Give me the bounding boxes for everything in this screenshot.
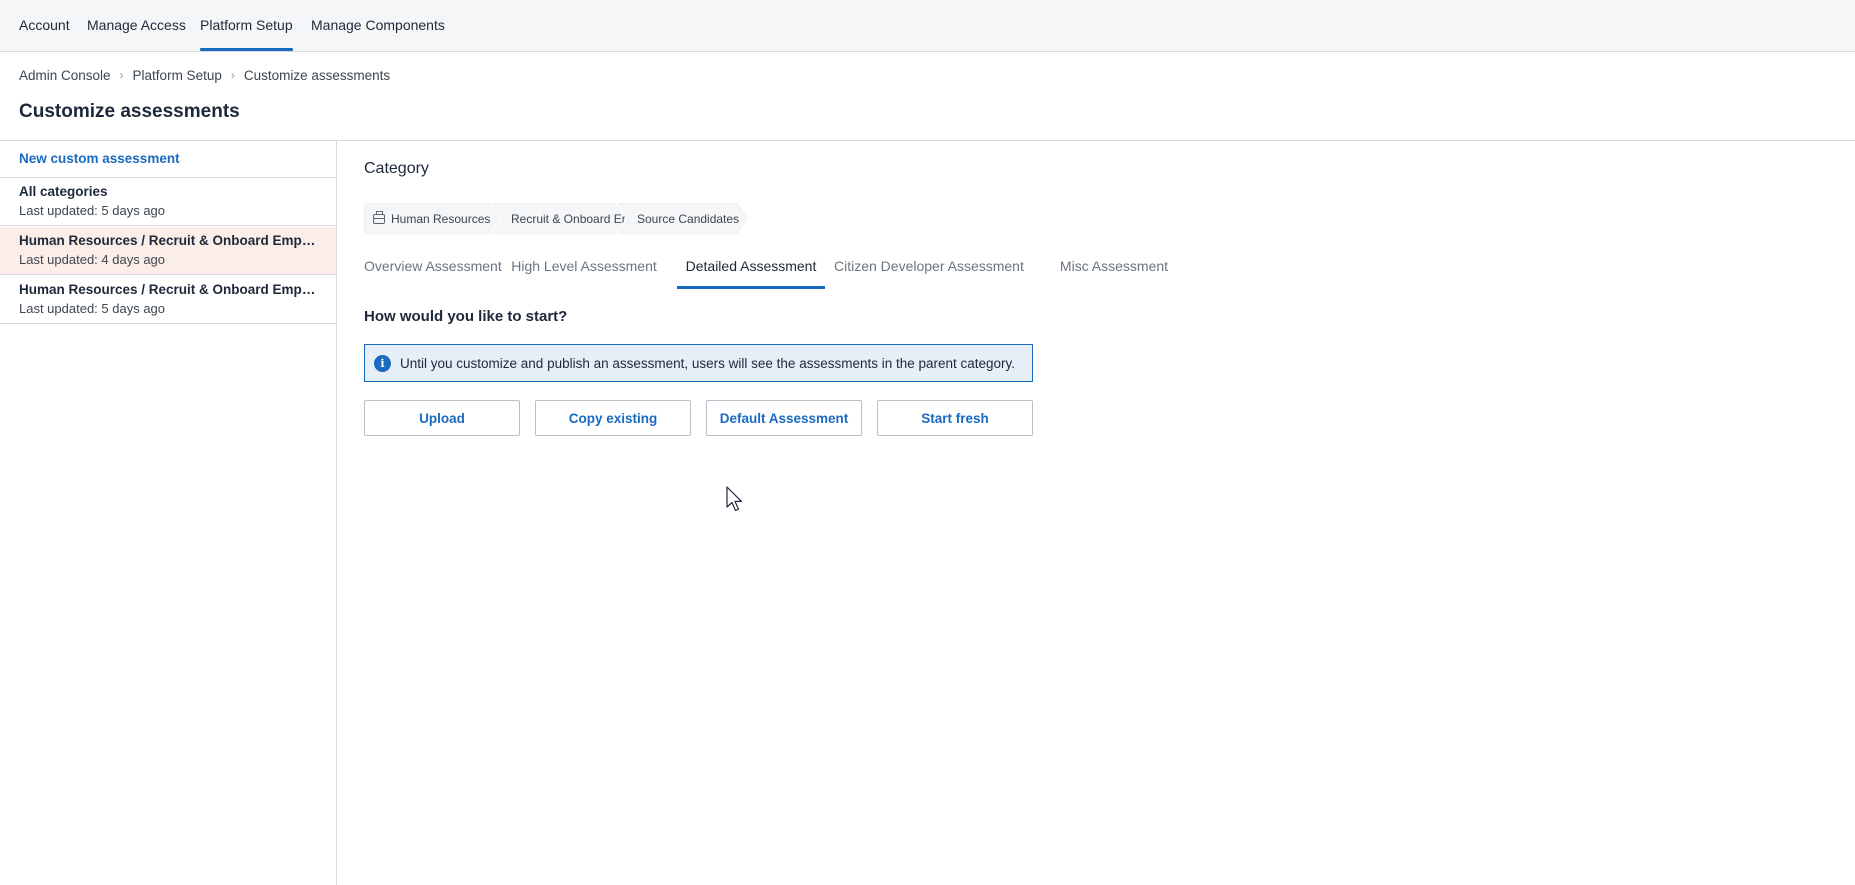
sidebar-item-all-categories[interactable]: All categories Last updated: 5 days ago <box>0 178 336 226</box>
nav-tab-manage-components[interactable]: Manage Components <box>311 0 445 52</box>
sidebar-item-recruit-onboard[interactable]: Human Resources / Recruit & Onboard Empl… <box>0 276 336 324</box>
chevron-right-icon: › <box>119 68 124 82</box>
assessment-tabs: Overview Assessment High Level Assessmen… <box>364 248 1855 289</box>
info-icon: i <box>374 354 391 372</box>
info-banner: i Until you customize and publish an ass… <box>364 344 1033 382</box>
category-path-label: Source Candidates <box>637 211 740 226</box>
category-path-label: Human Resources <box>391 211 491 226</box>
category-heading: Category <box>364 160 429 177</box>
tab-citizen-developer-assessment[interactable]: Citizen Developer Assessment <box>834 248 1024 289</box>
start-fresh-button[interactable]: Start fresh <box>877 400 1033 436</box>
nav-tab-platform-setup[interactable]: Platform Setup <box>200 0 293 52</box>
breadcrumb-admin-console[interactable]: Admin Console <box>19 68 111 83</box>
sidebar: New custom assessment All categories Las… <box>0 141 337 885</box>
sidebar-item-updated: Last updated: 5 days ago <box>19 301 166 316</box>
breadcrumb: Admin Console › Platform Setup › Customi… <box>19 66 390 84</box>
default-assessment-button[interactable]: Default Assessment <box>706 400 862 436</box>
upload-button[interactable]: Upload <box>364 400 520 436</box>
copy-existing-button[interactable]: Copy existing <box>535 400 691 436</box>
info-text: Until you customize and publish an asses… <box>400 355 1016 371</box>
start-question: How would you like to start? <box>364 308 568 325</box>
sidebar-item-updated: Last updated: 4 days ago <box>19 252 166 267</box>
sidebar-item-title: All categories <box>19 184 108 199</box>
breadcrumb-platform-setup[interactable]: Platform Setup <box>133 68 222 83</box>
mouse-pointer-icon <box>726 486 743 512</box>
top-nav: Account Manage Access Platform Setup Man… <box>0 0 1855 52</box>
breadcrumb-current: Customize assessments <box>243 67 391 83</box>
tab-detailed-assessment[interactable]: Detailed Assessment <box>677 248 825 289</box>
new-custom-assessment-link[interactable]: New custom assessment <box>19 151 180 166</box>
sidebar-item-updated: Last updated: 5 days ago <box>19 203 166 218</box>
category-path-source-candidates[interactable]: Source Candidates <box>617 203 748 234</box>
category-path-recruit-onboard[interactable]: Recruit & Onboard Employees <box>491 203 626 234</box>
sidebar-item-source-candidates[interactable]: Human Resources / Recruit & Onboard Empl… <box>0 227 336 275</box>
nav-tab-manage-access[interactable]: Manage Access <box>87 0 186 52</box>
category-path: Human Resources Recruit & Onboard Employ… <box>364 203 739 234</box>
tab-overview-assessment[interactable]: Overview Assessment <box>364 248 502 289</box>
nav-tab-account[interactable]: Account <box>19 0 70 52</box>
sidebar-item-title: Human Resources / Recruit & Onboard Empl… <box>19 233 319 248</box>
sidebar-item-title: Human Resources / Recruit & Onboard Empl… <box>19 282 319 297</box>
page-title: Customize assessments <box>19 101 240 122</box>
tab-misc-assessment[interactable]: Misc Assessment <box>1044 248 1184 289</box>
tab-high-level-assessment[interactable]: High Level Assessment <box>510 248 658 289</box>
category-path-human-resources[interactable]: Human Resources <box>364 203 500 234</box>
chevron-right-icon: › <box>230 68 235 82</box>
briefcase-icon <box>373 214 385 224</box>
